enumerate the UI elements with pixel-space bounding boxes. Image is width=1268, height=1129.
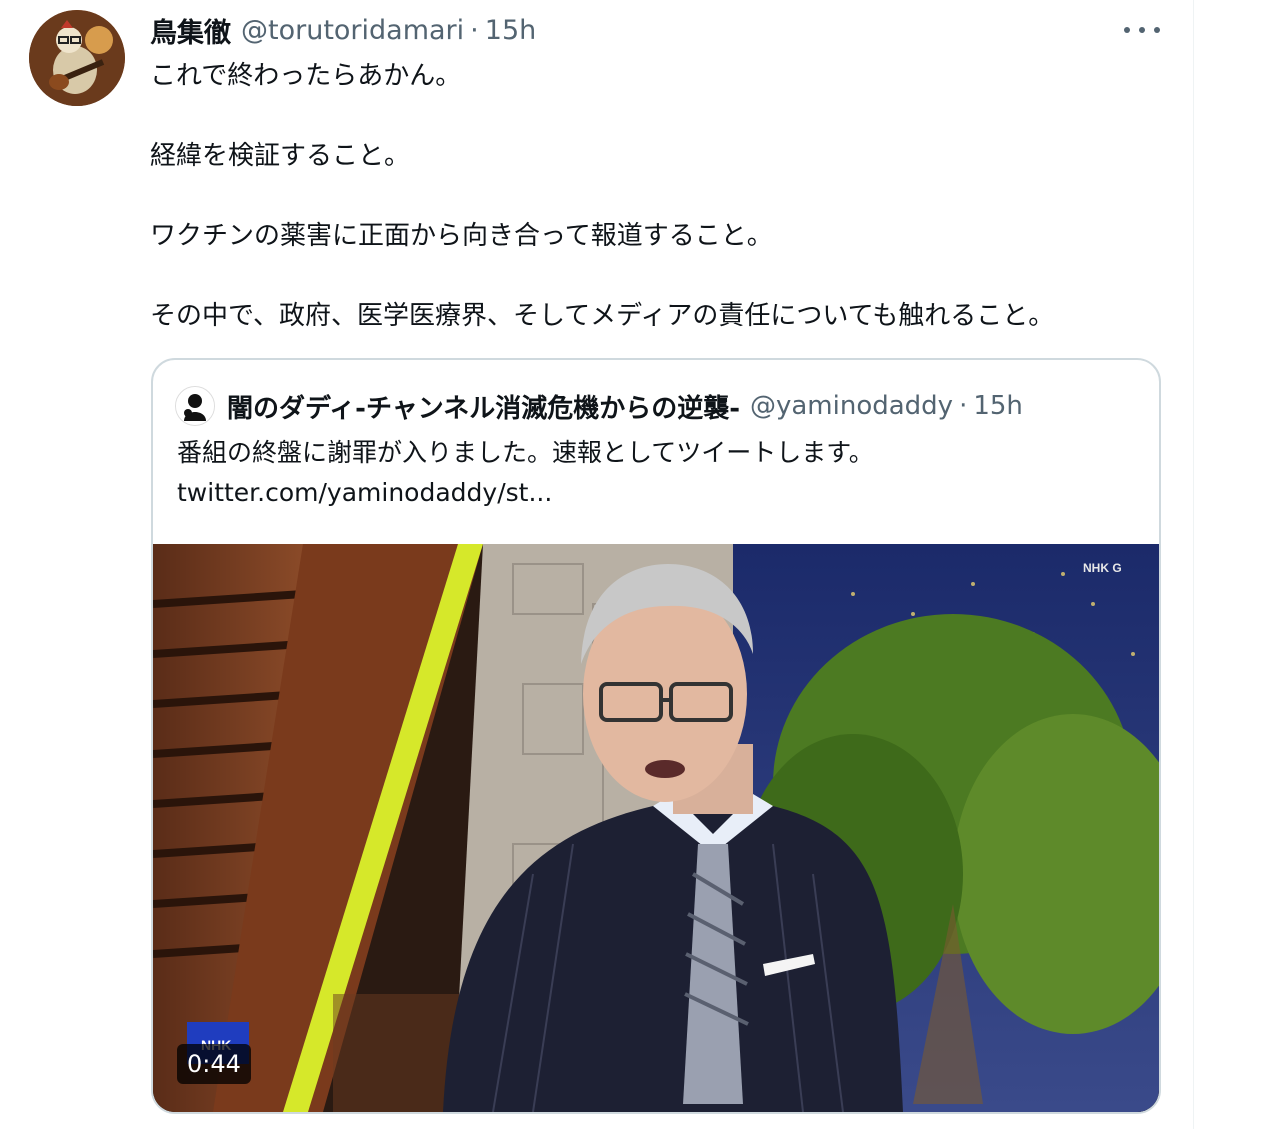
quoted-avatar-image	[176, 387, 214, 425]
more-dots-icon[interactable]	[1124, 18, 1160, 42]
author-handle[interactable]: @torutoridamari	[241, 15, 464, 46]
quoted-link[interactable]: twitter.com/yaminodaddy/st...	[177, 473, 874, 513]
quoted-author-avatar	[175, 386, 215, 426]
quoted-meta-separator: ·	[959, 391, 968, 421]
quoted-text-line: 番組の終盤に謝罪が入りました。速報としてツイートします。	[177, 438, 874, 467]
quoted-author-handle: @yaminodaddy	[749, 391, 954, 421]
tweet-paragraph: その中で、政府、医学医療界、そしてメディアの責任についても触れること。	[150, 301, 1055, 331]
tweet-header: 鳥集徹 @torutoridamari · 15h	[150, 10, 536, 50]
video-duration-badge: 0:44	[177, 1044, 251, 1084]
author-avatar[interactable]	[29, 10, 125, 106]
quoted-author-name: 闇のダディ-チャンネル消滅危機からの逆襲-	[227, 393, 740, 424]
video-player[interactable]: NHK G NHK 0:44	[153, 544, 1159, 1112]
dot-1	[1124, 27, 1130, 33]
dot-3	[1154, 27, 1160, 33]
meta-separator: ·	[470, 14, 479, 46]
quoted-tweet-card[interactable]: 闇のダディ-チャンネル消滅危機からの逆襲- @yaminodaddy · 15h…	[151, 358, 1161, 1114]
timeline-right-border	[1193, 0, 1194, 1129]
tweet-paragraph: 経緯を検証すること。	[150, 141, 411, 171]
tweet-text: これで終わったらあかん。 経緯を検証すること。 ワクチンの薬害に正面から向き合っ…	[150, 56, 1170, 336]
dot-2	[1139, 27, 1145, 33]
quoted-tweet-timestamp: 15h	[973, 391, 1023, 421]
tweet-paragraph: ワクチンの薬害に正面から向き合って報道すること。	[150, 221, 773, 251]
video-frame: NHK G NHK	[153, 544, 1159, 1112]
avatar-image	[29, 10, 125, 106]
tweet-paragraph: これで終わったらあかん。	[150, 61, 462, 91]
author-name[interactable]: 鳥集徹	[150, 11, 231, 50]
channel-logo: NHK G	[1083, 561, 1122, 575]
tweet-timestamp[interactable]: 15h	[485, 15, 536, 46]
quoted-tweet-header: 闇のダディ-チャンネル消滅危機からの逆襲- @yaminodaddy · 15h	[175, 386, 1023, 426]
quoted-tweet-text: 番組の終盤に謝罪が入りました。速報としてツイートします。 twitter.com…	[177, 433, 874, 513]
